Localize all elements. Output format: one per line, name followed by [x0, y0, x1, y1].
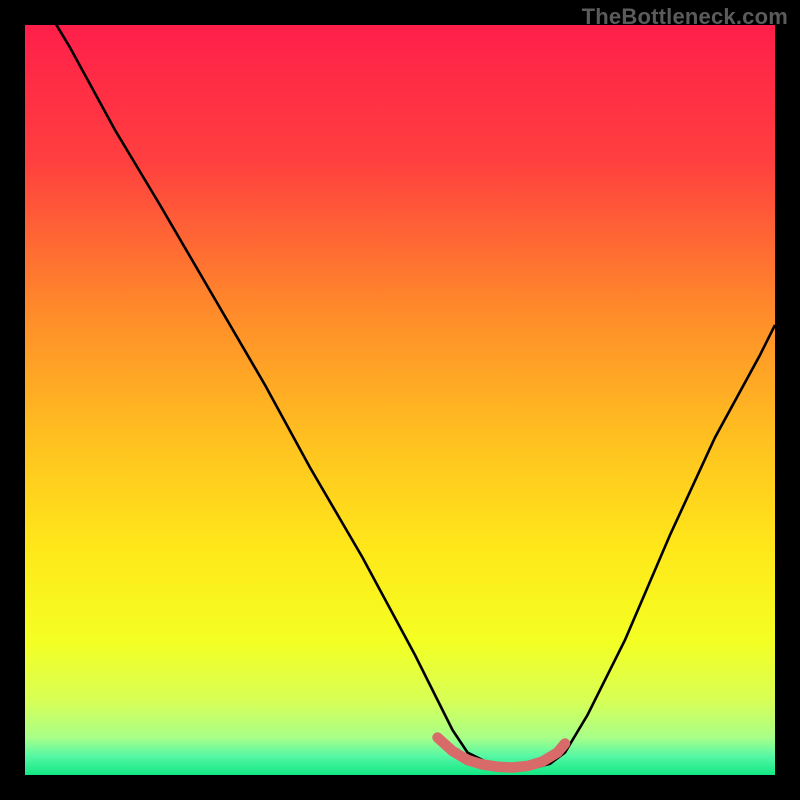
bottom-marker [438, 738, 566, 768]
main-curve [25, 25, 775, 768]
plot-area [25, 25, 775, 775]
curve-layer [25, 25, 775, 775]
